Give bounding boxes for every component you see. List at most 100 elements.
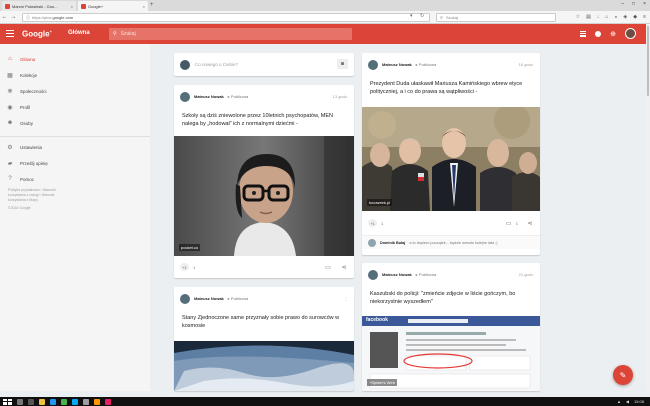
sidebar-item-home[interactable]: ⌂ Główna <box>0 52 150 66</box>
comment-icon[interactable]: ▭ <box>324 264 332 271</box>
post-time[interactable]: 13 godz. <box>333 94 348 99</box>
post-options-icon[interactable]: ⋮ <box>344 296 348 301</box>
avatar[interactable] <box>368 59 378 70</box>
browser-search-placeholder: Szukaj <box>445 15 458 20</box>
firefox-icon[interactable] <box>94 398 100 405</box>
sidebar-item-profile[interactable]: ◉ Profil <box>0 100 150 114</box>
browser-tab-gmail[interactable]: Marcin Połosiński - Goo... × <box>2 1 76 11</box>
sidebar-item-settings[interactable]: ⚙ Ustawienia <box>0 140 150 154</box>
app-icon[interactable] <box>83 398 89 405</box>
network-icon[interactable]: ▲ <box>617 399 621 404</box>
gplus-header: Google+ Główna ⚲ Szukaj ⊕ <box>0 24 646 44</box>
extension-icon[interactable]: ◆ <box>633 14 637 20</box>
task-view-icon[interactable] <box>28 398 34 405</box>
post-text: Prezydent Duda ułaskawił Mariusza Kamińs… <box>370 81 523 95</box>
post-image[interactable]: tocoweek.pl <box>362 107 540 211</box>
search-taskbar-icon[interactable] <box>17 398 23 405</box>
search-icon: ⚲ <box>440 15 443 20</box>
pencil-icon: ✎ <box>619 370 627 380</box>
windows-start-icon[interactable] <box>3 398 12 405</box>
maximize-icon[interactable]: □ <box>632 1 635 7</box>
page-title: Główna <box>68 30 90 36</box>
dropdown-icon[interactable]: ▾ <box>410 13 413 19</box>
browser-tab-bar: Marcin Połosiński - Goo... × Google+ × +… <box>0 0 650 11</box>
post-composer[interactable]: Co nowego u Ciebie? ◙ <box>174 53 354 76</box>
post-author[interactable]: Mateusz Nowak <box>194 296 224 301</box>
sidebar-item-label: Społeczności <box>20 88 47 94</box>
post-author[interactable]: Mateusz Nowak <box>382 272 412 277</box>
avatar[interactable] <box>180 293 190 304</box>
volume-icon[interactable]: ◀ <box>626 399 629 404</box>
child-photo-illustration <box>174 136 354 256</box>
apps-grid-icon[interactable] <box>580 30 587 37</box>
image-source-label[interactable]: tocoweek.pl <box>367 199 393 206</box>
post-image[interactable] <box>174 341 354 391</box>
pocket-icon[interactable]: ◒ <box>614 14 617 20</box>
reload-icon[interactable]: ↻ <box>420 13 424 19</box>
comment-icon[interactable]: ▭ <box>505 220 513 227</box>
image-source-label[interactable]: +Spider's Web <box>367 379 397 386</box>
visibility-label: ▸ Publiczna <box>227 94 249 99</box>
account-avatar[interactable] <box>625 28 636 39</box>
edge-icon[interactable] <box>50 398 56 405</box>
address-bar[interactable]: ⓘ https://plus. google.com <box>22 13 430 22</box>
close-window-icon[interactable]: × <box>643 1 646 7</box>
sidebar-item-help[interactable]: ? Pomoc <box>0 172 150 186</box>
forward-icon[interactable]: → <box>9 14 18 20</box>
menu-icon[interactable]: ≡ <box>643 14 646 20</box>
avatar[interactable] <box>368 269 378 280</box>
browser-tab-gplus[interactable]: Google+ × <box>78 1 148 11</box>
close-tab-icon[interactable]: × <box>71 4 73 9</box>
download-icon[interactable]: ↓ <box>597 14 600 20</box>
sidebar-item-feedback[interactable]: ▰ Prześlij opinię <box>0 156 150 170</box>
home-icon: ⌂ <box>8 56 12 62</box>
clock[interactable]: 15:08 <box>634 399 644 404</box>
skype-icon[interactable] <box>72 398 78 405</box>
post-time[interactable]: 16 godz. <box>519 62 534 67</box>
shield-icon[interactable]: ◈ <box>623 14 627 20</box>
comment-preview[interactable]: Dominik Bułaj a to dopiero początek... b… <box>362 235 540 249</box>
camera-icon[interactable]: ◙ <box>337 59 348 69</box>
sidebar-item-label: Prześlij opinię <box>20 160 48 166</box>
sidebar-item-communities[interactable]: ❋ Społeczności <box>0 84 150 98</box>
hamburger-menu-icon[interactable] <box>6 30 14 37</box>
browser-tab-title: Marcin Połosiński - Goo... <box>12 3 58 9</box>
app-icon[interactable] <box>105 398 111 405</box>
gplus-logo[interactable]: Google+ <box>22 29 52 39</box>
sidebar-item-collections[interactable]: ▦ Kolekcje <box>0 68 150 82</box>
new-post-button[interactable]: ✎ <box>613 365 633 385</box>
post-image[interactable]: facebook +Spider's Web <box>362 316 540 391</box>
spotify-icon[interactable] <box>61 398 67 405</box>
clipboard-icon[interactable]: ▤ <box>586 14 591 20</box>
post-author[interactable]: Mateusz Nowak <box>382 62 412 67</box>
share-header-icon[interactable]: ⊕ <box>610 30 616 38</box>
scroll-thumb[interactable] <box>647 26 649 96</box>
gplus-search-input[interactable]: ⚲ Szukaj <box>109 28 352 40</box>
notifications-icon[interactable] <box>595 30 602 37</box>
comment-author[interactable]: Dominik Bułaj <box>380 241 405 245</box>
sidebar-copyright: ©2016 Google <box>8 206 31 210</box>
back-icon[interactable]: ← <box>0 14 9 20</box>
share-icon[interactable]: ⋖ <box>340 264 348 271</box>
browser-search-bar[interactable]: ⚲ Szukaj <box>436 13 556 22</box>
home-browser-icon[interactable]: ⌂ <box>605 14 608 20</box>
close-tab-icon[interactable]: × <box>143 4 145 9</box>
post-time[interactable]: 21 godz. <box>519 272 534 277</box>
post-image[interactable]: pocket.co <box>174 136 354 256</box>
comment-text: a to dopiero początek... będzie wesoło k… <box>409 240 498 245</box>
sidebar-footer-links[interactable]: Polityka prywatności • Warunki korzystan… <box>8 188 68 203</box>
avatar[interactable] <box>180 91 190 102</box>
collections-icon: ▦ <box>7 72 13 79</box>
people-icon: ☻ <box>6 120 14 126</box>
sidebar-item-people[interactable]: ☻ Osoby <box>0 116 150 130</box>
share-icon[interactable]: ⋖ <box>526 220 534 227</box>
new-tab-button[interactable]: + <box>150 2 154 8</box>
explorer-icon[interactable] <box>39 398 45 405</box>
plus-one-button[interactable]: +1 <box>368 219 377 227</box>
page-scrollbar[interactable] <box>646 24 650 391</box>
post-author[interactable]: Mateusz Nowak <box>194 94 224 99</box>
minimize-icon[interactable]: – <box>621 1 624 7</box>
plus-one-button[interactable]: +1 <box>180 263 189 271</box>
star-icon[interactable]: ☆ <box>576 14 580 20</box>
image-source-label[interactable]: pocket.co <box>179 244 201 251</box>
